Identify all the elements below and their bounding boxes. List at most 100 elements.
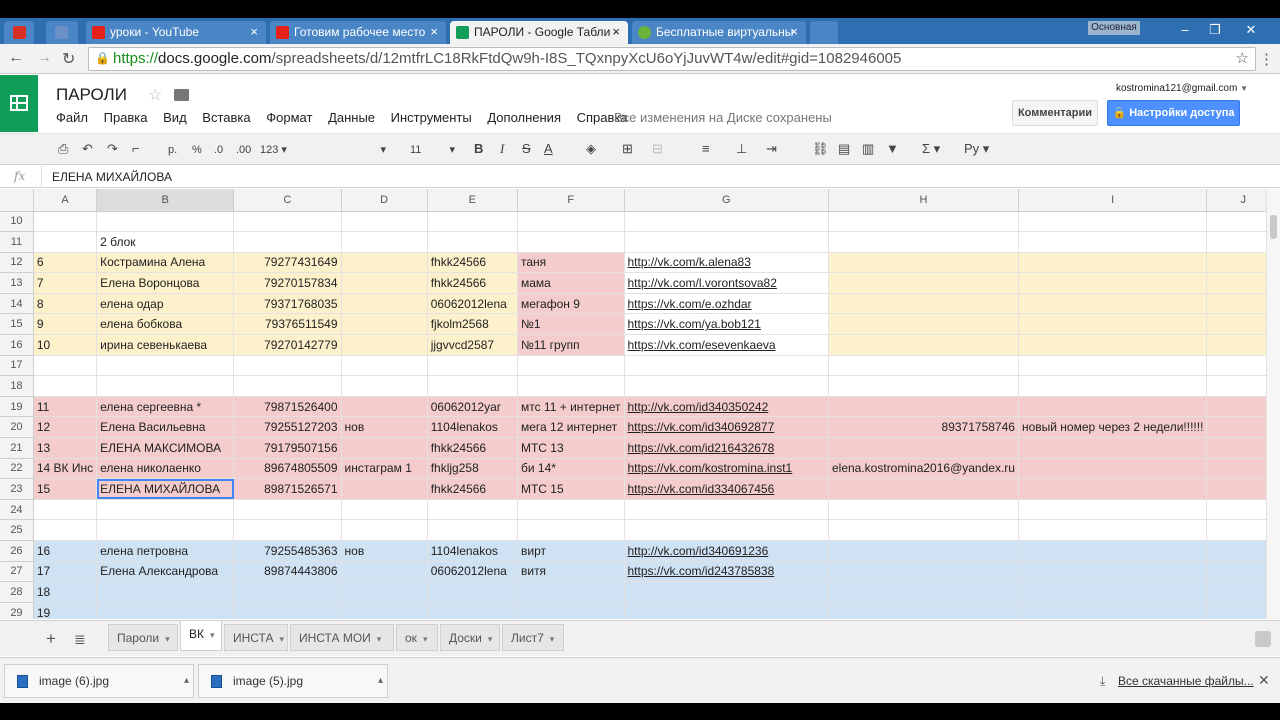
cell-d25[interactable] — [341, 519, 428, 541]
folder-icon[interactable] — [174, 89, 189, 101]
cell-a22[interactable]: 14 ВК Инс — [33, 458, 98, 480]
cell-g19[interactable]: http://vk.com/id340350242 — [624, 396, 829, 418]
cell-g13[interactable]: http://vk.com/l.vorontsova82 — [624, 272, 829, 294]
borders-icon[interactable]: ⊞ — [622, 141, 633, 157]
download-item[interactable]: image (6).jpg ▴ — [4, 664, 194, 698]
align-left-icon[interactable]: ≡ — [702, 141, 710, 156]
cell-c21[interactable]: 79179507156 — [233, 437, 342, 459]
cell-g14[interactable]: https://vk.com/e.ozhdar — [624, 293, 829, 315]
text-color-button[interactable]: A — [544, 141, 553, 156]
cell-e10[interactable] — [427, 211, 518, 233]
bold-button[interactable]: B — [474, 141, 483, 156]
cell-c10[interactable] — [233, 211, 342, 233]
cell-f13[interactable]: мама — [517, 272, 625, 294]
column-header-i[interactable]: I — [1018, 189, 1208, 212]
cell-d20[interactable]: нов — [341, 416, 428, 439]
cell-a15[interactable]: 9 — [33, 313, 98, 336]
cell-b28[interactable] — [96, 581, 235, 603]
cell-i29[interactable] — [1018, 602, 1208, 619]
menu-insert[interactable]: Вставка — [202, 110, 250, 125]
sheet-tab[interactable]: ИНСТА МОИ ▾ — [290, 624, 394, 651]
maximize-icon[interactable]: ❐ — [1200, 22, 1230, 38]
cell-a11[interactable] — [33, 231, 98, 253]
sheet-tab[interactable]: ВК ▾ — [180, 621, 222, 651]
cell-b22[interactable]: елена николаенко — [96, 458, 235, 480]
cell-g26[interactable]: http://vk.com/id340691236 — [624, 540, 829, 562]
row-header[interactable]: 29 — [0, 602, 34, 619]
cell-i24[interactable] — [1018, 499, 1208, 521]
cell-b21[interactable]: ЕЛЕНА МАКСИМОВА — [96, 437, 235, 459]
menu-format[interactable]: Формат — [266, 110, 312, 125]
cell-d21[interactable] — [341, 437, 428, 459]
cell-f28[interactable] — [517, 581, 625, 603]
column-header-c[interactable]: C — [233, 189, 342, 212]
row-header[interactable]: 27 — [0, 561, 34, 583]
chevron-down-icon[interactable]: ▾ — [488, 634, 493, 644]
cell-i12[interactable] — [1018, 252, 1208, 274]
tab-close-icon[interactable]: × — [250, 24, 258, 39]
cell-b29[interactable] — [96, 602, 235, 619]
tab-pinned[interactable] — [46, 21, 78, 44]
cell-d24[interactable] — [341, 499, 428, 521]
cell-d22[interactable]: инстаграм 1 — [341, 458, 428, 480]
row-header[interactable]: 11 — [0, 231, 34, 253]
tab-close-icon[interactable]: × — [430, 24, 438, 39]
sheet-tab[interactable]: ИНСТА ▾ — [224, 624, 288, 651]
cell-i22[interactable] — [1018, 458, 1208, 480]
cell-a18[interactable] — [33, 375, 98, 397]
cell-i26[interactable] — [1018, 540, 1208, 562]
cell-d23[interactable] — [341, 478, 428, 500]
cell-i17[interactable] — [1018, 355, 1208, 377]
cell-b17[interactable] — [96, 355, 235, 377]
cell-a19[interactable]: 11 — [33, 396, 98, 418]
cell-a17[interactable] — [33, 355, 98, 377]
forward-icon[interactable]: → — [36, 49, 52, 67]
cell-c23[interactable]: 89871526571 — [233, 478, 342, 500]
currency-format-button[interactable]: р. — [168, 140, 177, 160]
cell-i20[interactable]: новый номер через 2 недели!!!!!! — [1018, 416, 1208, 439]
cell-g23[interactable]: https://vk.com/id334067456 — [624, 478, 829, 500]
cell-e11[interactable] — [427, 231, 518, 253]
chevron-down-icon[interactable]: ▾ — [165, 634, 170, 644]
scroll-thumb[interactable] — [1270, 215, 1277, 239]
minimize-icon[interactable]: – — [1170, 22, 1200, 37]
cell-c16[interactable]: 79270142779 — [233, 334, 342, 356]
cell-g25[interactable] — [624, 519, 829, 541]
cell-e12[interactable]: fhkk24566 — [427, 252, 518, 274]
cell-f23[interactable]: МТС 15 — [517, 478, 625, 500]
cell-c20[interactable]: 79255127203 — [233, 416, 342, 439]
cell-d19[interactable] — [341, 396, 428, 418]
star-icon[interactable]: ☆ — [148, 85, 162, 105]
cell-g20[interactable]: https://vk.com/id340692877 — [624, 416, 829, 439]
cell-c14[interactable]: 79371768035 — [233, 293, 342, 315]
cell-d13[interactable] — [341, 272, 428, 294]
cell-g21[interactable]: https://vk.com/id216432678 — [624, 437, 829, 459]
row-header[interactable]: 20 — [0, 416, 34, 439]
input-tools-button[interactable]: Ру ▾ — [964, 141, 989, 157]
chevron-down-icon[interactable]: ▾ — [280, 634, 285, 644]
menu-file[interactable]: Файл — [56, 110, 88, 125]
tab-youtube-workplace[interactable]: Готовим рабочее место × — [270, 21, 446, 44]
cell-a21[interactable]: 13 — [33, 437, 98, 459]
save-status[interactable]: Все изменения на Диске сохранены — [614, 110, 832, 125]
cell-e25[interactable] — [427, 519, 518, 541]
percent-format-button[interactable]: % — [192, 140, 202, 160]
cell-i10[interactable] — [1018, 211, 1208, 233]
select-all-corner[interactable] — [0, 189, 34, 212]
cell-h15[interactable] — [828, 313, 1019, 336]
row-header[interactable]: 24 — [0, 499, 34, 521]
row-header[interactable]: 25 — [0, 519, 34, 541]
sheet-tab[interactable]: Лист7 ▾ — [502, 624, 564, 651]
cell-b23[interactable]: ЕЛЕНА МИХАЙЛОВА — [96, 478, 235, 500]
cell-h28[interactable] — [828, 581, 1019, 603]
cell-b13[interactable]: Елена Воронцова — [96, 272, 235, 294]
menu-addons[interactable]: Дополнения — [487, 110, 561, 125]
cell-h24[interactable] — [828, 499, 1019, 521]
cell-f25[interactable] — [517, 519, 625, 541]
cell-a27[interactable]: 17 — [33, 561, 98, 583]
tab-youtube-lessons[interactable]: уроки - YouTube × — [86, 21, 266, 44]
menu-edit[interactable]: Правка — [104, 110, 148, 125]
cell-c19[interactable]: 79871526400 — [233, 396, 342, 418]
column-header-a[interactable]: A — [33, 189, 98, 212]
cell-a16[interactable]: 10 — [33, 334, 98, 356]
